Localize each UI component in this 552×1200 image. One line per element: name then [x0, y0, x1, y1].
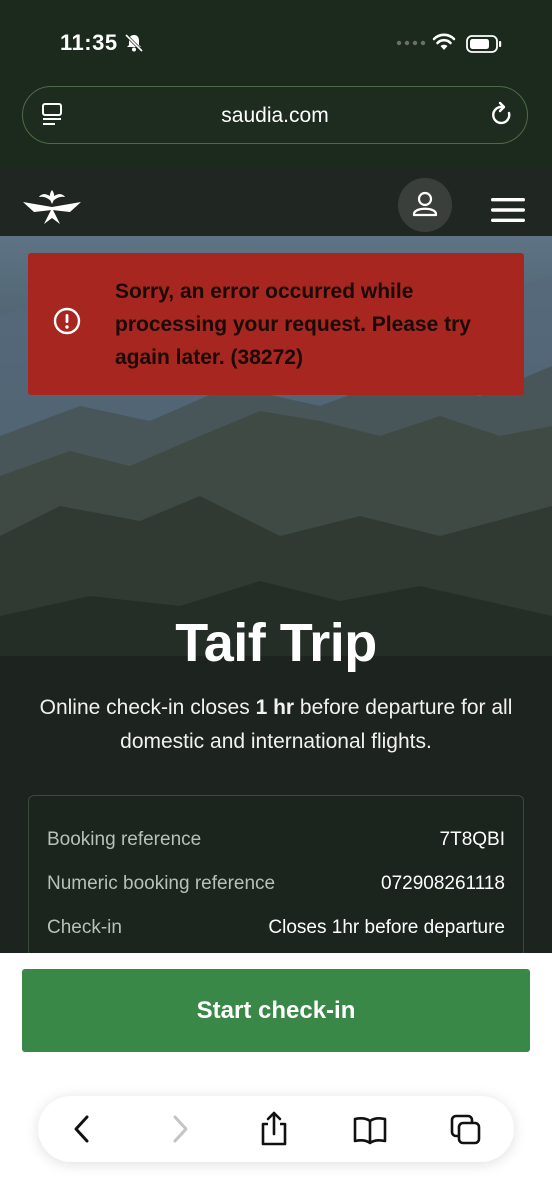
- back-icon[interactable]: [64, 1110, 100, 1148]
- detail-row: Numeric booking reference 072908261118: [47, 873, 505, 903]
- alert-circle-icon: [53, 307, 81, 335]
- signal-icon: [396, 40, 426, 46]
- detail-row: Booking reference 7T8QBI: [47, 829, 505, 859]
- start-checkin-button[interactable]: Start check-in: [22, 969, 530, 1052]
- status-bar: 11:35: [0, 0, 552, 78]
- error-message: Sorry, an error occurred while processin…: [115, 280, 471, 369]
- saudia-logo[interactable]: [22, 186, 82, 226]
- address-bar[interactable]: saudia.com: [22, 86, 528, 144]
- reload-icon[interactable]: [489, 101, 515, 129]
- detail-row: Check-in Closes 1hr before departure: [47, 917, 505, 947]
- url-text[interactable]: saudia.com: [23, 104, 527, 128]
- page-title: Taif Trip: [175, 613, 377, 673]
- detail-label: Check-in: [47, 917, 122, 938]
- site-header: [0, 166, 552, 236]
- status-time: 11:35: [60, 30, 118, 55]
- share-icon[interactable]: [256, 1110, 292, 1148]
- wifi-icon: [432, 33, 456, 50]
- bookmarks-icon[interactable]: [352, 1110, 388, 1148]
- detail-label: Booking reference: [47, 829, 202, 850]
- tabs-icon[interactable]: [448, 1110, 484, 1148]
- checkin-notice-pre: Online check-in closes: [39, 696, 256, 719]
- hamburger-menu-icon[interactable]: [490, 196, 526, 224]
- user-icon: [412, 191, 438, 217]
- silent-bell-icon: [124, 33, 144, 53]
- detail-value: Closes 1hr before departure: [268, 917, 505, 938]
- detail-label: Numeric booking reference: [47, 873, 276, 894]
- detail-value: 072908261118: [381, 873, 505, 894]
- forward-icon[interactable]: [162, 1110, 198, 1148]
- battery-icon: [466, 35, 502, 53]
- error-banner: Sorry, an error occurred while processin…: [28, 253, 524, 395]
- detail-value: 7T8QBI: [439, 829, 505, 850]
- home-indicator-area: [0, 1184, 552, 1200]
- checkin-notice-bold: 1 hr: [255, 696, 295, 719]
- profile-button[interactable]: [398, 178, 452, 232]
- checkin-notice: Online check-in closes 1 hr before depar…: [20, 691, 532, 759]
